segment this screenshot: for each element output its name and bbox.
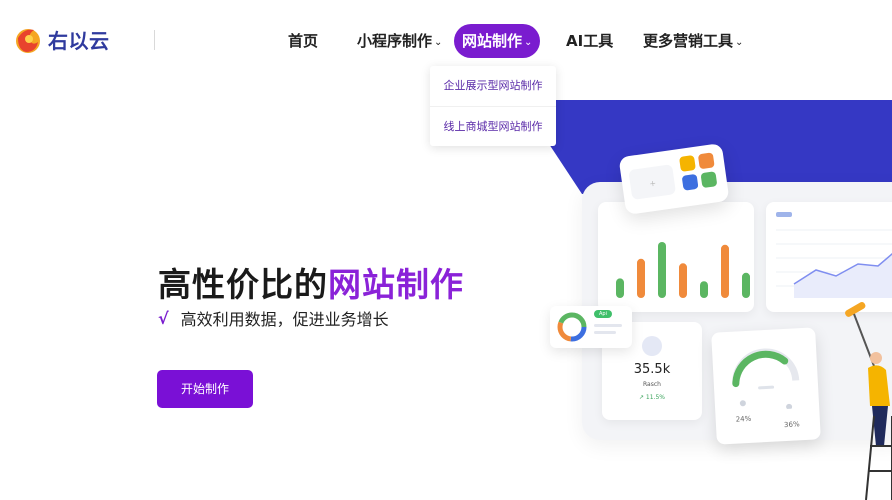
nav-more-marketing[interactable]: 更多营销工具 ⌄	[643, 24, 743, 58]
hero-subtitle-text: 高效利用数据，促进业务增长	[180, 310, 389, 329]
bar-chart-card	[598, 202, 754, 312]
stat-change: ↗ 11.5%	[639, 394, 665, 401]
nav-website[interactable]: 网站制作 ⌄	[454, 24, 541, 58]
bar-6	[721, 244, 729, 298]
hero-illustration: 35.5k Rasch ↗ 11.5% 24% 36% + Api	[520, 100, 892, 500]
stat-value: 35.5k	[633, 362, 671, 377]
painter-figure-icon	[845, 302, 892, 500]
nav-mini-program-label: 小程序制作	[357, 32, 433, 50]
bar-3	[658, 242, 666, 298]
website-dropdown-menu: 企业展示型网站制作 线上商城型网站制作	[430, 66, 556, 146]
nav-home-label: 首页	[288, 32, 319, 50]
gauge-left-percent: 24%	[735, 414, 752, 424]
bar-4	[679, 263, 687, 298]
check-icon: √	[158, 308, 169, 328]
nav-home[interactable]: 首页	[288, 24, 318, 58]
chevron-down-icon: ⌄	[524, 37, 533, 48]
user-avatar-icon	[642, 336, 662, 356]
bar-1	[616, 278, 624, 298]
nav-ai-tools[interactable]: AI工具	[566, 24, 613, 58]
bar-chart-graphic	[616, 242, 750, 298]
bar-2	[637, 258, 645, 298]
chevron-down-icon: ⌄	[735, 37, 744, 48]
gauge-graphic	[732, 348, 800, 410]
hero-title: 高性价比的网站制作	[158, 258, 464, 306]
nav-more-marketing-label: 更多营销工具	[643, 32, 734, 50]
stat-label: Rasch	[643, 381, 661, 388]
hero-title-accent: 网站制作	[328, 265, 464, 304]
hero-title-prefix: 高性价比的	[158, 265, 328, 304]
donut-card: Api	[550, 306, 632, 348]
nav-mini-program[interactable]: 小程序制作 ⌄	[357, 24, 442, 58]
dropdown-item-ecommerce-site[interactable]: 线上商城型网站制作	[430, 106, 556, 146]
nav-website-label: 网站制作	[462, 32, 523, 50]
start-button[interactable]: 开始制作	[157, 370, 253, 408]
chevron-down-icon: ⌄	[434, 37, 443, 48]
nav-ai-tools-label: AI工具	[566, 32, 614, 50]
gauge-right-percent: 36%	[783, 420, 800, 430]
bar-7	[742, 272, 750, 298]
hero-subtitle: √ 高效利用数据，促进业务增长	[158, 306, 389, 330]
svg-text:+: +	[649, 179, 657, 189]
donut-chart-icon	[557, 312, 622, 342]
bar-5	[700, 281, 708, 298]
gauge-card: 24% 36%	[711, 327, 821, 445]
dropdown-item-corporate-site[interactable]: 企业展示型网站制作	[430, 66, 556, 106]
api-tag: Api	[594, 310, 612, 318]
main-nav: 首页 小程序制作 ⌄ 网站制作 ⌄ AI工具 更多营销工具 ⌄	[0, 24, 892, 58]
